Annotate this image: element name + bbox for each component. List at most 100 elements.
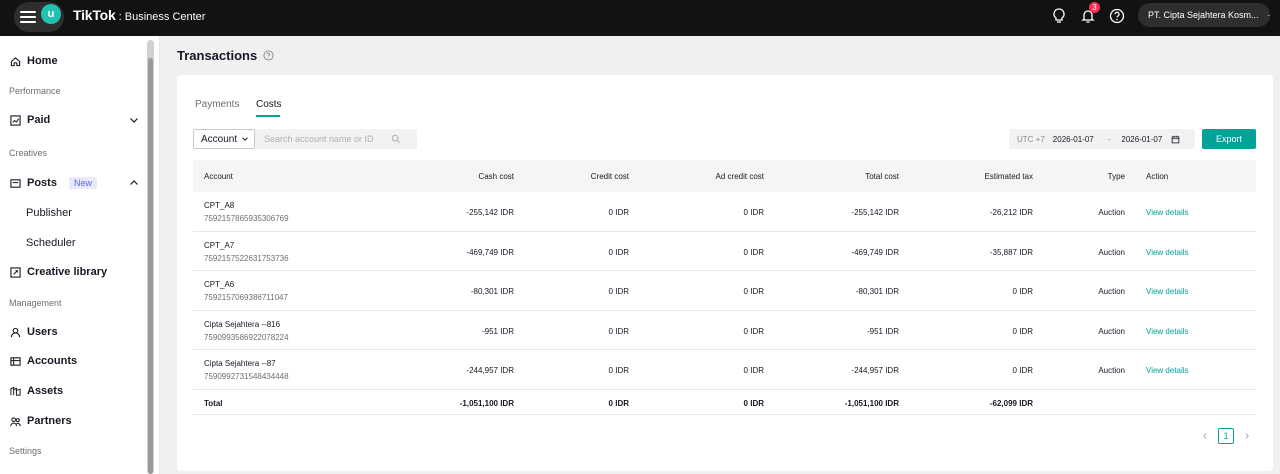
help-icon[interactable]: [263, 50, 274, 61]
cash-cost: -951 IDR: [481, 326, 514, 336]
account-id: 7590993586922078224: [204, 332, 289, 342]
account-id: 7590992731548434448: [204, 372, 289, 382]
type: Auction: [1098, 326, 1125, 336]
transactions-card: Payments Costs Account UTC +7 2026-01-07…: [177, 75, 1273, 471]
organization-switcher[interactable]: PT. Cipta Sejahtera Kosm...: [1138, 3, 1270, 27]
view-details-link[interactable]: View details: [1146, 327, 1189, 336]
date-range-picker[interactable]: UTC +7 2026-01-07 - 2026-01-07: [1009, 129, 1195, 149]
chevron-up-icon[interactable]: [128, 177, 140, 189]
date-separator: -: [1107, 134, 1111, 144]
costs-table: Account Cash cost Credit cost Ad credit …: [193, 160, 1256, 415]
total-cost: -469,749 IDR: [851, 247, 899, 257]
total-ad-credit-cost: 0 IDR: [743, 398, 764, 408]
table-total-row: Total -1,051,100 IDR 0 IDR 0 IDR -1,051,…: [193, 390, 1256, 415]
view-details-link[interactable]: View details: [1146, 208, 1189, 217]
type: Auction: [1098, 247, 1125, 257]
account-name: CPT_A8: [204, 201, 235, 210]
view-details-link[interactable]: View details: [1146, 248, 1189, 257]
sidebar-item-posts[interactable]: Posts New: [10, 175, 97, 191]
sidebar-item-publisher[interactable]: Publisher: [26, 207, 72, 219]
sidebar-item-label: Creative library: [27, 266, 108, 278]
account-name: CPT_A6: [204, 280, 235, 290]
type: Auction: [1098, 208, 1125, 217]
header-cash-cost: Cash cost: [478, 172, 514, 181]
calendar-icon[interactable]: [1171, 135, 1180, 144]
user-avatar[interactable]: u: [41, 4, 61, 24]
posts-icon: [10, 178, 21, 188]
type: Auction: [1098, 366, 1125, 376]
sidebar-scrollbar-thumb[interactable]: [148, 58, 153, 474]
sidebar-item-scheduler[interactable]: Scheduler: [26, 237, 76, 249]
tab-costs[interactable]: Costs: [256, 99, 282, 110]
total-estimated-tax: -62,099 IDR: [989, 398, 1033, 408]
credit-cost: 0 IDR: [608, 208, 629, 217]
credit-cost: 0 IDR: [608, 366, 629, 376]
help-icon[interactable]: [1107, 6, 1127, 26]
page-title-text: Transactions: [177, 48, 258, 63]
estimated-tax: 0 IDR: [1012, 366, 1033, 376]
sidebar-item-label: Users: [27, 326, 58, 338]
chevron-down-icon[interactable]: [128, 114, 140, 126]
hamburger-icon: [20, 11, 36, 23]
tab-payments[interactable]: Payments: [195, 99, 239, 110]
brand-logo[interactable]: TikTok : Business Center: [73, 7, 205, 23]
estimated-tax: 0 IDR: [1012, 326, 1033, 336]
account-filter-select[interactable]: Account: [193, 129, 255, 149]
product-name: : Business Center: [118, 11, 206, 23]
lightbulb-icon[interactable]: [1049, 6, 1069, 26]
section-label-performance: Performance: [9, 86, 61, 96]
account-id: 7592157069386711047: [204, 293, 288, 303]
date-start[interactable]: 2026-01-07: [1053, 135, 1094, 144]
sidebar-item-label: Home: [27, 55, 58, 67]
search-icon[interactable]: [391, 134, 401, 144]
chevron-right-icon[interactable]: [1243, 432, 1251, 440]
estimated-tax: 0 IDR: [1012, 287, 1033, 297]
export-button[interactable]: Export: [1202, 129, 1256, 149]
organization-name: PT. Cipta Sejahtera Kosm...: [1148, 10, 1259, 20]
ad-credit-cost: 0 IDR: [743, 208, 764, 217]
cash-cost: -244,957 IDR: [466, 366, 514, 376]
chevron-left-icon[interactable]: [1201, 432, 1209, 440]
sidebar-item-accounts[interactable]: Accounts: [10, 353, 77, 369]
table-row: CPT_A7 7592157522631753736 -469,749 IDR …: [193, 232, 1256, 272]
home-icon: [10, 56, 21, 66]
ad-credit-cost: 0 IDR: [743, 366, 764, 376]
sidebar-item-partners[interactable]: Partners: [10, 413, 72, 429]
tiktok-logo-text: TikTok: [73, 7, 116, 23]
header-estimated-tax: Estimated tax: [984, 172, 1033, 181]
sidebar: Home Performance Paid Creatives Posts Ne…: [0, 36, 160, 474]
header-total-cost: Total cost: [865, 172, 899, 181]
search-input[interactable]: [255, 130, 391, 148]
view-details-link[interactable]: View details: [1146, 366, 1189, 375]
sidebar-item-paid[interactable]: Paid: [10, 112, 50, 128]
estimated-tax: -26,212 IDR: [989, 208, 1033, 217]
section-label-management: Management: [9, 298, 62, 308]
ad-credit-cost: 0 IDR: [743, 247, 764, 257]
sidebar-item-home[interactable]: Home: [10, 53, 58, 69]
pagination-page-current[interactable]: 1: [1218, 428, 1234, 444]
account-id: 7592157522631753736: [204, 253, 289, 263]
new-badge: New: [68, 177, 97, 189]
search-box: [255, 129, 417, 149]
sidebar-item-label: Partners: [27, 415, 72, 427]
total-label: Total: [204, 398, 223, 408]
partners-icon: [10, 416, 21, 426]
library-icon: [10, 266, 21, 278]
accounts-icon: [10, 356, 21, 366]
header-action: Action: [1146, 172, 1169, 181]
view-details-link[interactable]: View details: [1146, 287, 1189, 296]
account-name: Cipta Sejahtera --816: [204, 319, 281, 329]
cash-cost: -469,749 IDR: [466, 247, 514, 257]
sidebar-item-assets[interactable]: Assets: [10, 383, 63, 399]
sidebar-item-creative-library[interactable]: Creative library: [10, 264, 107, 280]
sidebar-item-label: Posts: [27, 177, 57, 189]
cash-cost: -80,301 IDR: [470, 287, 514, 297]
date-end[interactable]: 2026-01-07: [1121, 135, 1162, 144]
account-id: 7592157865935306769: [204, 214, 289, 223]
chart-icon: [10, 114, 21, 126]
sidebar-item-users[interactable]: Users: [10, 324, 58, 340]
table-row: CPT_A6 7592157069386711047 -80,301 IDR 0…: [193, 271, 1256, 311]
user-icon: [10, 327, 21, 337]
chevron-down-icon: [1267, 14, 1270, 16]
notification-count-badge: 3: [1089, 2, 1100, 13]
